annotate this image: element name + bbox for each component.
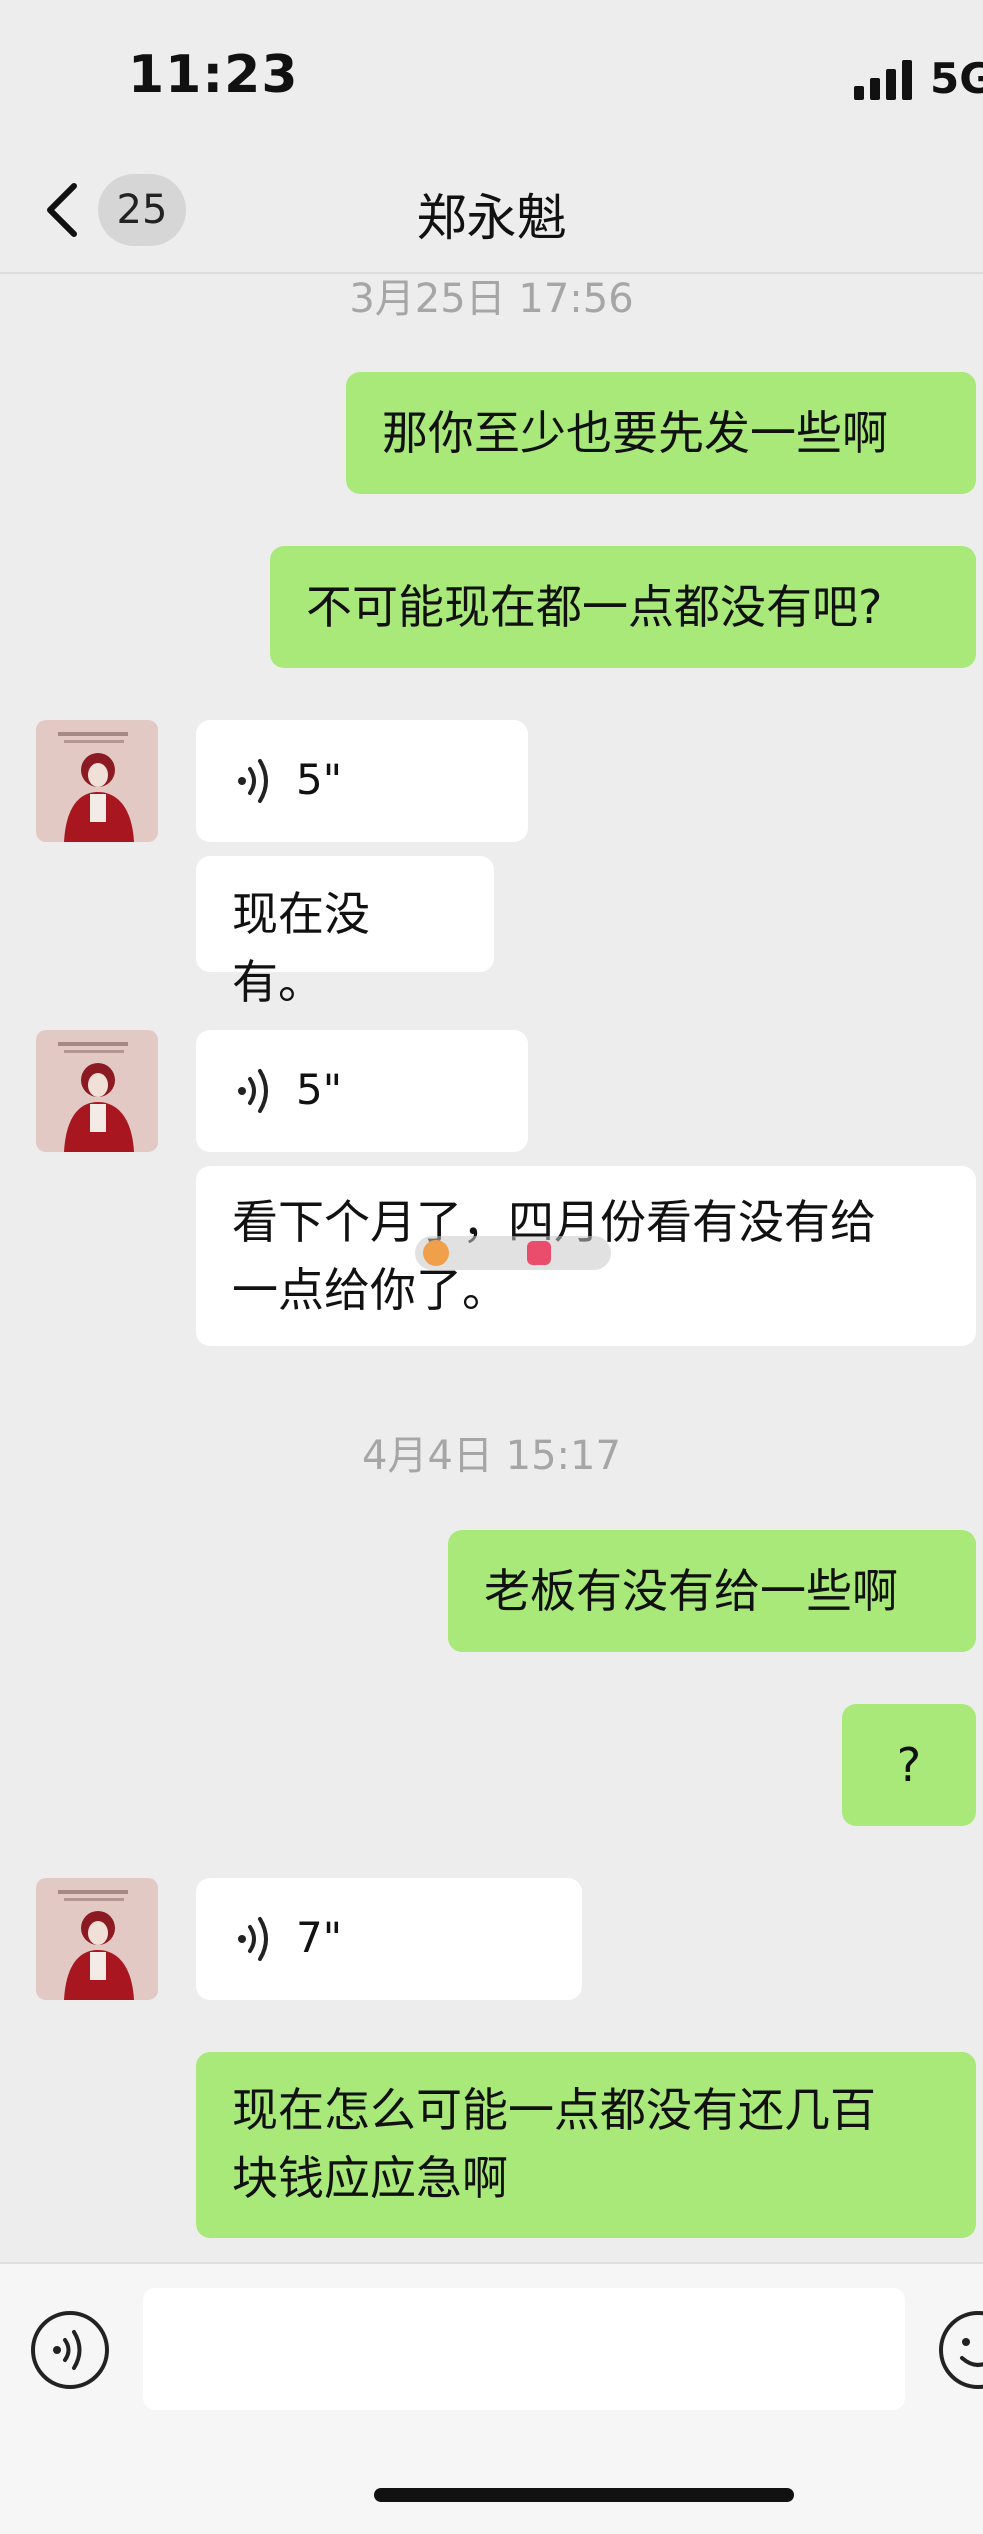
message-text: 那你至少也要先发一些啊 xyxy=(382,406,888,460)
message-text-line: 现在怎么可能一点都没有还几百 xyxy=(232,2083,876,2137)
outgoing-message[interactable]: ? xyxy=(842,1704,976,1826)
voice-duration: 7" xyxy=(296,1913,343,1962)
status-time: 11:23 xyxy=(128,45,299,105)
status-bar: 11:23 5G xyxy=(0,0,983,150)
incoming-message[interactable]: 现在没有。 xyxy=(196,856,494,1009)
chat-title: 郑永魁 xyxy=(416,189,567,247)
network-type: 5G xyxy=(930,54,983,103)
sound-wave-icon xyxy=(238,759,268,803)
message-timestamp: 4月4日 15:17 xyxy=(362,1433,621,1479)
outgoing-message[interactable]: 现在怎么可能一点都没有还几百 块钱应应急啊 xyxy=(196,2052,976,2238)
voice-duration: 5" xyxy=(296,1065,343,1114)
message-text: 现在没有。 xyxy=(232,887,370,1009)
contact-avatar[interactable] xyxy=(36,720,158,842)
voice-message[interactable]: 7" xyxy=(196,1878,582,2000)
message-text: 不可能现在都一点都没有吧? xyxy=(306,580,883,634)
watermark xyxy=(415,1236,611,1270)
voice-duration: 5" xyxy=(296,755,343,804)
sound-wave-icon xyxy=(238,1917,268,1961)
message-timestamp: 3月25日 17:56 xyxy=(349,276,634,322)
message-text: 老板有没有给一些啊 xyxy=(484,1564,898,1618)
app-logo-icon xyxy=(527,1241,551,1265)
outgoing-message[interactable]: 那你至少也要先发一些啊 xyxy=(346,372,976,494)
message-input[interactable] xyxy=(143,2288,905,2410)
message-text-line: 块钱应应急啊 xyxy=(232,2151,508,2205)
weibo-logo-icon xyxy=(423,1240,449,1266)
voice-mode-icon[interactable] xyxy=(30,2310,110,2390)
avatar-image xyxy=(36,1878,158,2000)
avatar-image xyxy=(36,1030,158,1152)
outgoing-message[interactable]: 不可能现在都一点都没有吧? xyxy=(270,546,976,668)
avatar-image xyxy=(36,720,158,842)
message-text: ? xyxy=(896,1738,922,1792)
outgoing-message[interactable]: 老板有没有给一些啊 xyxy=(448,1530,976,1652)
chat-header: 25 郑永魁 xyxy=(0,150,983,274)
contact-avatar[interactable] xyxy=(36,1878,158,2000)
home-indicator[interactable] xyxy=(374,2488,794,2502)
voice-message[interactable]: 5" xyxy=(196,720,528,842)
emoji-icon[interactable] xyxy=(938,2310,983,2390)
signal-icon xyxy=(854,60,912,100)
voice-message[interactable]: 5" xyxy=(196,1030,528,1152)
sound-wave-icon xyxy=(238,1069,268,1113)
contact-avatar[interactable] xyxy=(36,1030,158,1152)
